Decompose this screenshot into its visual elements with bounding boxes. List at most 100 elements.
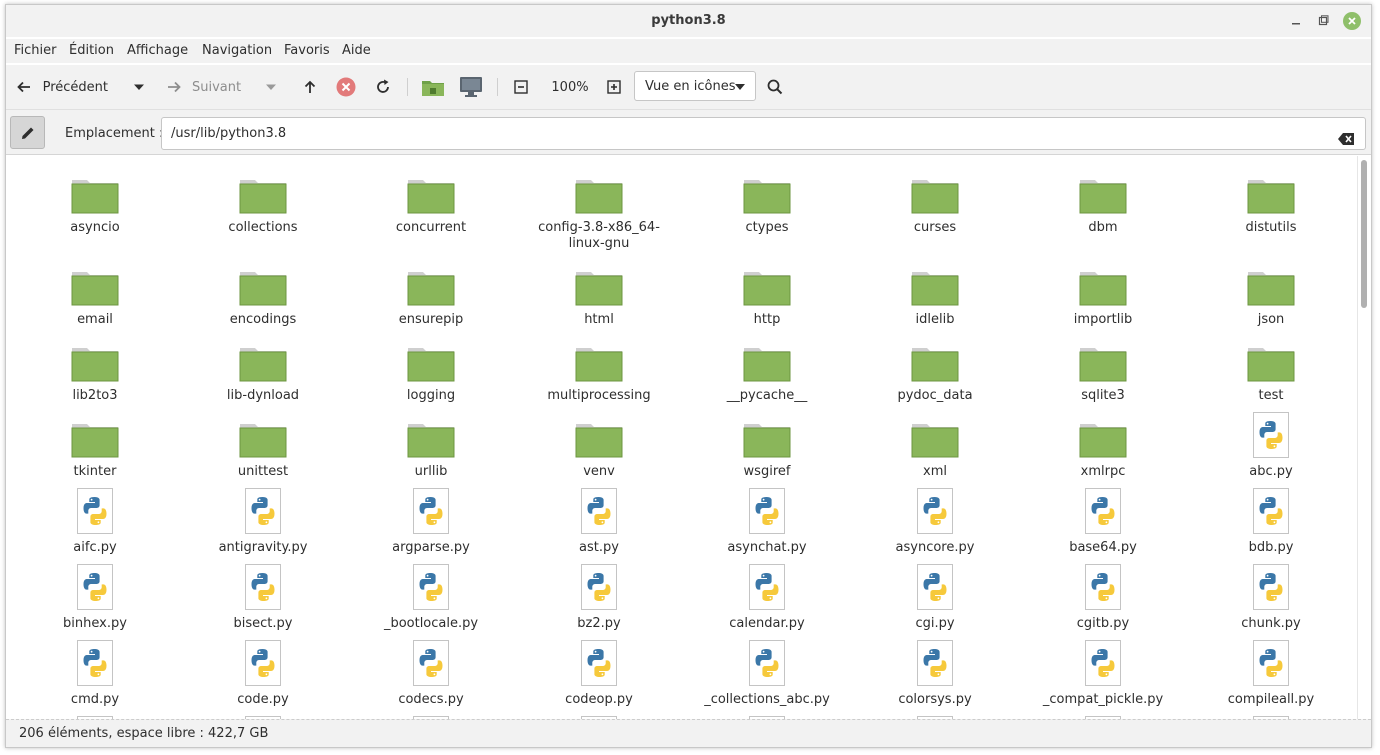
file-view[interactable]: asyncio collections concurrent config-3.8-x… [6, 156, 1371, 719]
file-item[interactable]: aifc.py [11, 486, 179, 556]
file-item[interactable]: calendar.py [683, 562, 851, 632]
folder-item[interactable]: test [1187, 334, 1355, 404]
folder-item[interactable]: logging [347, 334, 515, 404]
folder-item[interactable]: email [11, 258, 179, 328]
file-item[interactable]: _compat_pickle.py [1019, 638, 1187, 708]
item-name: bz2.py [577, 616, 621, 631]
search-button[interactable] [764, 72, 786, 102]
folder-item[interactable]: distutils [1187, 166, 1355, 236]
python-file-icon [1085, 486, 1121, 534]
menu-favoris[interactable]: Favoris [284, 43, 330, 58]
folder-item[interactable]: ensurepip [347, 258, 515, 328]
folder-item[interactable]: tkinter [11, 410, 179, 480]
view-mode-select[interactable]: Vue en icônes [634, 71, 756, 101]
menu-aide[interactable]: Aide [342, 43, 371, 58]
folder-icon [575, 258, 623, 306]
file-item[interactable]: chunk.py [1187, 562, 1355, 632]
file-item[interactable]: abc.py [1187, 410, 1355, 480]
file-item[interactable]: bdb.py [1187, 486, 1355, 556]
zoom-in-button[interactable] [604, 72, 624, 102]
folder-item[interactable]: html [515, 258, 683, 328]
file-item[interactable]: bz2.py [515, 562, 683, 632]
file-item[interactable]: argparse.py [347, 486, 515, 556]
file-item[interactable]: _bootlocale.py [347, 562, 515, 632]
folder-item[interactable]: json [1187, 258, 1355, 328]
file-item[interactable]: cgitb.py [1019, 562, 1187, 632]
scrollbar-thumb[interactable] [1361, 160, 1367, 308]
file-item[interactable]: colorsys.py [851, 638, 1019, 708]
file-item[interactable]: cmd.py [11, 638, 179, 708]
file-item[interactable]: base64.py [1019, 486, 1187, 556]
menu-navigation[interactable]: Navigation [202, 43, 272, 58]
file-item[interactable]: cgi.py [851, 562, 1019, 632]
file-item[interactable]: compileall.py [1187, 638, 1355, 708]
folder-item[interactable]: concurrent [347, 166, 515, 236]
folder-item[interactable]: multiprocessing [515, 334, 683, 404]
file-item[interactable]: asyncore.py [851, 486, 1019, 556]
folder-item[interactable]: config-3.8-x86_64-linux-gnu [515, 166, 683, 252]
file-item[interactable]: codecs.py [347, 638, 515, 708]
folder-item[interactable]: asyncio [11, 166, 179, 236]
item-name: aifc.py [73, 540, 117, 555]
zoom-out-button[interactable] [511, 72, 531, 102]
item-name: multiprocessing [547, 388, 651, 403]
item-name: _collections_abc.py [704, 692, 830, 707]
maximize-button[interactable] [1313, 11, 1333, 31]
item-name: curses [913, 220, 957, 235]
file-item[interactable]: bisect.py [179, 562, 347, 632]
back-button[interactable]: Précédent [16, 72, 108, 102]
menu-fichier[interactable]: Fichier [14, 43, 57, 58]
item-name: venv [583, 464, 615, 479]
folder-item[interactable]: xmlrpc [1019, 410, 1187, 480]
item-name: compileall.py [1227, 692, 1315, 707]
title-bar[interactable]: python3.8 [6, 5, 1371, 37]
folder-item[interactable]: lib2to3 [11, 334, 179, 404]
folder-item[interactable]: __pycache__ [683, 334, 851, 404]
file-item[interactable]: asynchat.py [683, 486, 851, 556]
folder-item[interactable]: urllib [347, 410, 515, 480]
file-item[interactable]: ast.py [515, 486, 683, 556]
home-folder-button[interactable] [420, 72, 446, 102]
folder-icon [407, 410, 455, 458]
clear-location-button[interactable] [1337, 127, 1355, 158]
forward-button[interactable]: Suivant [166, 72, 256, 102]
folder-item[interactable]: venv [515, 410, 683, 480]
folder-icon [575, 166, 623, 214]
folder-item[interactable]: importlib [1019, 258, 1187, 328]
file-item[interactable]: code.py [179, 638, 347, 708]
minimize-button[interactable] [1286, 11, 1306, 31]
folder-item[interactable]: wsgiref [683, 410, 851, 480]
folder-item[interactable]: xml [851, 410, 1019, 480]
file-item[interactable]: _collections_abc.py [683, 638, 851, 708]
folder-item[interactable]: sqlite3 [1019, 334, 1187, 404]
file-item[interactable]: antigravity.py [179, 486, 347, 556]
reload-button[interactable] [372, 72, 394, 102]
item-name: encodings [229, 312, 297, 327]
folder-item[interactable]: curses [851, 166, 1019, 236]
computer-button[interactable] [457, 72, 485, 102]
folder-item[interactable]: encodings [179, 258, 347, 328]
folder-item[interactable]: unittest [179, 410, 347, 480]
stop-button[interactable] [335, 72, 357, 102]
location-input[interactable]: /usr/lib/python3.8 [161, 117, 1366, 150]
folder-item[interactable]: http [683, 258, 851, 328]
forward-history-dropdown[interactable] [261, 72, 281, 102]
scrollbar-track[interactable] [1357, 156, 1371, 719]
menu-edition[interactable]: Édition [69, 43, 114, 58]
folder-item[interactable]: dbm [1019, 166, 1187, 236]
toggle-location-entry-button[interactable] [10, 116, 45, 149]
back-history-dropdown[interactable] [129, 72, 149, 102]
parent-folder-button[interactable] [299, 72, 321, 102]
menu-affichage[interactable]: Affichage [127, 43, 188, 58]
folder-item[interactable]: pydoc_data [851, 334, 1019, 404]
close-button[interactable] [1343, 12, 1361, 30]
file-item[interactable]: codeop.py [515, 638, 683, 708]
item-name: html [584, 312, 614, 327]
python-file-icon [917, 638, 953, 686]
chevron-down-icon [735, 84, 745, 90]
folder-item[interactable]: idlelib [851, 258, 1019, 328]
folder-item[interactable]: ctypes [683, 166, 851, 236]
folder-item[interactable]: collections [179, 166, 347, 236]
folder-item[interactable]: lib-dynload [179, 334, 347, 404]
file-item[interactable]: binhex.py [11, 562, 179, 632]
